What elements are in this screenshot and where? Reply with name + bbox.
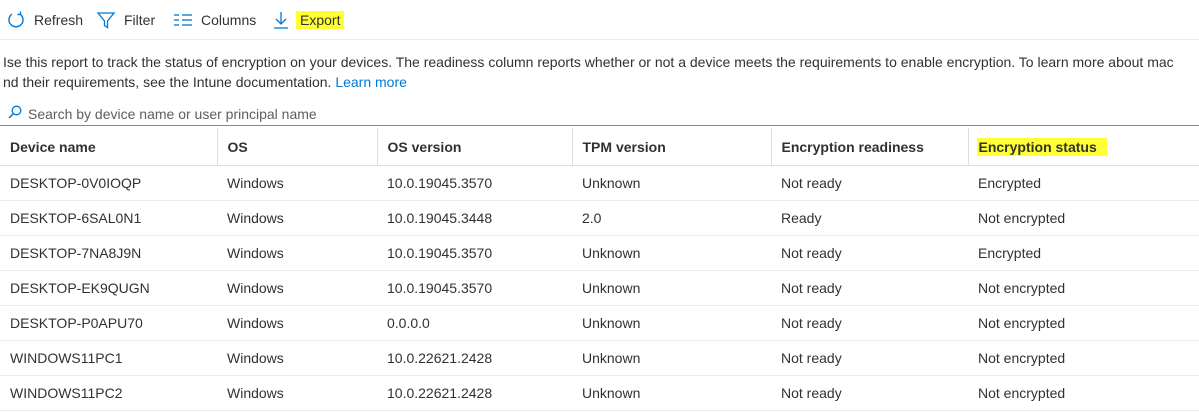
report-description: Ise this report to track the status of e… — [3, 52, 1199, 92]
cell-device-name: WINDOWS11PC2 — [0, 375, 217, 411]
refresh-icon — [6, 10, 26, 30]
columns-label: Columns — [201, 12, 257, 28]
columns-button[interactable]: Columns — [173, 8, 256, 32]
filter-button[interactable]: Filter — [96, 8, 155, 32]
devices-table: Device name OS OS version TPM version En… — [0, 128, 1199, 411]
table-row[interactable]: WINDOWS11PC2 Windows 10.0.22621.2428 Unk… — [0, 375, 1199, 411]
cell-os: Windows — [217, 375, 377, 411]
column-header-os[interactable]: OS — [217, 128, 378, 166]
cell-encryption-status: Not encrypted — [968, 270, 1199, 306]
cell-tpm-version: Unknown — [572, 375, 771, 411]
cell-encryption-status: Not encrypted — [968, 340, 1199, 376]
table-row[interactable]: DESKTOP-EK9QUGN Windows 10.0.19045.3570 … — [0, 270, 1199, 306]
cell-encryption-status: Not encrypted — [968, 305, 1199, 341]
cell-encryption-readiness: Ready — [771, 200, 968, 236]
column-header-os-version[interactable]: OS version — [377, 128, 573, 166]
search-box — [0, 103, 1199, 126]
cell-device-name: DESKTOP-EK9QUGN — [0, 270, 217, 306]
cell-encryption-readiness: Not ready — [771, 235, 968, 271]
filter-icon — [96, 10, 116, 30]
cell-os: Windows — [217, 165, 377, 201]
export-label: Export — [296, 11, 345, 29]
cell-device-name: DESKTOP-7NA8J9N — [0, 235, 217, 271]
cell-encryption-readiness: Not ready — [771, 305, 968, 341]
cell-tpm-version: Unknown — [572, 340, 771, 376]
cell-encryption-readiness: Not ready — [771, 375, 968, 411]
cell-encryption-status: Not encrypted — [968, 375, 1199, 411]
cell-encryption-readiness: Not ready — [771, 270, 968, 306]
column-header-encryption-status[interactable]: Encryption status — [968, 128, 1199, 166]
cell-tpm-version: Unknown — [572, 305, 771, 341]
learn-more-link[interactable]: Learn more — [335, 74, 407, 90]
encryption-status-label: Encryption status — [976, 137, 1107, 156]
column-header-encryption-readiness[interactable]: Encryption readiness — [771, 128, 969, 166]
search-input[interactable] — [28, 106, 1128, 122]
column-header-tpm-version[interactable]: TPM version — [572, 128, 772, 166]
cell-os-version: 10.0.22621.2428 — [377, 375, 572, 411]
download-icon — [272, 10, 290, 30]
cell-tpm-version: Unknown — [572, 270, 771, 306]
refresh-label: Refresh — [34, 12, 84, 28]
description-line-1: Ise this report to track the status of e… — [3, 54, 1174, 70]
table-row[interactable]: DESKTOP-0V0IOQP Windows 10.0.19045.3570 … — [0, 165, 1199, 201]
cell-os-version: 10.0.19045.3448 — [377, 200, 572, 236]
cell-encryption-readiness: Not ready — [771, 340, 968, 376]
table-row[interactable]: DESKTOP-7NA8J9N Windows 10.0.19045.3570 … — [0, 235, 1199, 271]
cell-tpm-version: Unknown — [572, 235, 771, 271]
cell-encryption-status: Encrypted — [968, 235, 1199, 271]
cell-device-name: DESKTOP-6SAL0N1 — [0, 200, 217, 236]
cell-os-version: 0.0.0.0 — [377, 305, 572, 341]
toolbar: Refresh Filter Columns Export — [0, 0, 1199, 40]
table-header-row: Device name OS OS version TPM version En… — [0, 128, 1199, 166]
cell-device-name: WINDOWS11PC1 — [0, 340, 217, 376]
cell-os-version: 10.0.19045.3570 — [377, 235, 572, 271]
filter-label: Filter — [124, 12, 156, 28]
description-line-2-text: nd their requirements, see the Intune do… — [3, 74, 332, 90]
export-button[interactable]: Export — [272, 8, 345, 32]
search-icon — [0, 105, 22, 124]
description-line-2: nd their requirements, see the Intune do… — [3, 72, 1199, 92]
cell-os-version: 10.0.19045.3570 — [377, 165, 572, 201]
cell-encryption-readiness: Not ready — [771, 165, 968, 201]
refresh-button[interactable]: Refresh — [6, 8, 83, 32]
cell-os: Windows — [217, 235, 377, 271]
cell-tpm-version: Unknown — [572, 165, 771, 201]
cell-os: Windows — [217, 340, 377, 376]
column-header-device-name[interactable]: Device name — [0, 128, 218, 166]
cell-device-name: DESKTOP-0V0IOQP — [0, 165, 217, 201]
cell-device-name: DESKTOP-P0APU70 — [0, 305, 217, 341]
cell-os: Windows — [217, 200, 377, 236]
toolbar-divider — [0, 39, 1199, 40]
cell-os-version: 10.0.19045.3570 — [377, 270, 572, 306]
cell-os: Windows — [217, 270, 377, 306]
cell-encryption-status: Not encrypted — [968, 200, 1199, 236]
table-row[interactable]: WINDOWS11PC1 Windows 10.0.22621.2428 Unk… — [0, 340, 1199, 376]
cell-os: Windows — [217, 305, 377, 341]
cell-encryption-status: Encrypted — [968, 165, 1199, 201]
cell-os-version: 10.0.22621.2428 — [377, 340, 572, 376]
columns-icon — [173, 10, 193, 30]
table-row[interactable]: DESKTOP-6SAL0N1 Windows 10.0.19045.3448 … — [0, 200, 1199, 236]
cell-tpm-version: 2.0 — [572, 200, 771, 236]
table-row[interactable]: DESKTOP-P0APU70 Windows 0.0.0.0 Unknown … — [0, 305, 1199, 341]
